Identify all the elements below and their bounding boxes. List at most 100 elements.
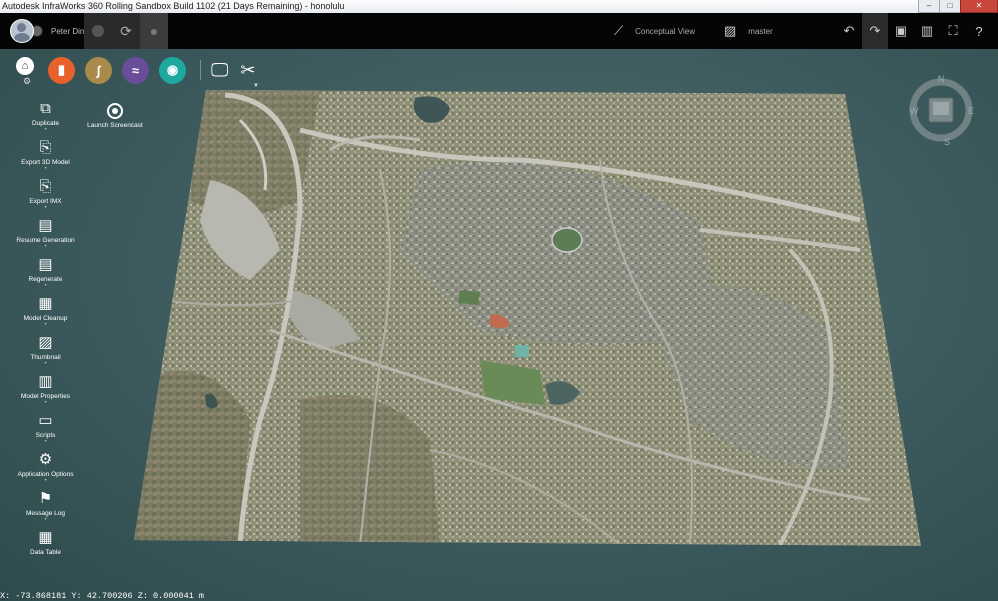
sync-icon: ⟳ [120,22,132,39]
tool-label: Export 3D Model [21,159,70,166]
person-icon: ● [149,23,159,39]
help-icon: ? [975,23,983,39]
window-controls: – □ ✕ [918,0,998,13]
model-properties-icon: ▥ [38,373,53,390]
tool-label: Scripts [35,432,56,439]
ribbon-separator [200,60,201,80]
duplicate-icon: ⧉ [40,100,51,117]
separator-dot: • [44,322,47,328]
separator-dot: • [44,517,47,523]
book-icon: ▥ [920,23,934,38]
view-cube[interactable]: N S W E [905,74,977,147]
tool-export-3d-model[interactable]: ⎘ Export 3D Model • [8,139,83,173]
present-button[interactable]: 🖵 [211,60,228,81]
tool-label: Duplicate [31,120,60,127]
compass-east: E [968,106,974,116]
tool-export-imx[interactable]: ⎘ Export IMX • [8,178,83,212]
view-mode-label: Conceptual View [635,26,695,36]
tool-label: Regenerate [28,276,63,283]
book-button[interactable]: ▥ [914,13,940,49]
proposal-icon: ▨ [724,23,737,38]
toolbar-right: ↶ ↷ ▣ ▥ ⛶ ? [836,13,992,49]
proposal-label: master [748,26,773,36]
settings-utilities-button[interactable]: ✂ [240,60,255,81]
tool-scripts[interactable]: ▭ Scripts • [8,412,83,446]
tool-label: Model Cleanup [23,315,68,322]
tool-model-cleanup[interactable]: ▦ Model Cleanup • [8,295,83,329]
flag-icon: ⚑ [38,490,53,507]
tool-resume-generation[interactable]: ▤ Resume Generation • [8,217,83,251]
user-menu[interactable]: Peter Ding [10,19,89,43]
fullscreen-icon: ⛶ [948,23,958,38]
thumbnail-icon: ▨ [38,334,53,351]
export-imx-icon: ⎘ [39,178,52,195]
build-icon: ▮ [57,62,66,77]
window-title: Autodesk InfraWorks 360 Rolling Sandbox … [2,1,345,11]
tool-regenerate[interactable]: ▤ Regenerate • [8,256,83,290]
view-mode-selector[interactable]: ⟋ Conceptual View [614,13,695,49]
separator-dot: • [44,400,47,406]
ribbon: ⌂ ▮ ∫ ≈ ◉ 🖵 ✂ [16,54,267,86]
tool-message-log[interactable]: ⚑ Message Log • [8,490,83,524]
tool-label: Data Table [30,549,61,556]
help-button[interactable]: ? [966,13,992,49]
scripts-icon: ▭ [38,412,53,429]
compass-north: N [938,74,945,84]
view-style-icon: ⟋ [614,23,624,38]
close-button[interactable]: ✕ [960,0,998,13]
proposal-selector[interactable]: ▨ master [724,13,773,49]
tool-label: Application Options [17,471,74,478]
separator-dot: • [44,244,47,250]
sync-button[interactable]: ⟳ [112,13,140,49]
top-bar: Peter Ding ⟳ ● ⟋ Conceptual View ▨ maste… [0,13,998,49]
bookmark-button[interactable]: ▣ [888,13,914,49]
tools-icon: ✂ [240,59,256,80]
compass-west: W [910,106,919,116]
tool-data-table[interactable]: ▦ Data Table [8,529,83,556]
bridge-icon: ≈ [131,62,140,78]
gear-icon: ⚙ [38,451,53,468]
fullscreen-button[interactable]: ⛶ [940,13,966,49]
map-viewport[interactable] [0,0,998,601]
build-manage-button[interactable]: ▮ [48,56,75,84]
collaborate-button[interactable]: ● [140,13,168,49]
tool-model-properties[interactable]: ▥ Model Properties • [8,373,83,407]
separator-dot: • [44,205,47,211]
chat-button[interactable] [84,13,112,49]
drainage-button[interactable]: ◉ [159,56,186,84]
road-icon: ∫ [96,62,101,78]
tool-label: Resume Generation [16,237,75,244]
redo-icon: ↷ [869,23,881,38]
avatar[interactable] [10,19,34,43]
cursor-coordinates: X: -73.868181 Y: 42.700206 Z: 0.000041 m [0,591,205,601]
chat-icon [92,25,104,37]
redo-button[interactable]: ↷ [862,13,888,49]
model-cleanup-icon: ▦ [38,295,53,312]
tool-label: Thumbnail [30,354,61,361]
home-icon: ⌂ [21,60,29,72]
bridges-button[interactable]: ≈ [122,56,149,84]
separator-dot: • [44,127,47,133]
home-settings-icon[interactable]: ⚙ [23,76,31,87]
compass-south: S [944,137,950,146]
tool-thumbnail[interactable]: ▨ Thumbnail • [8,334,83,368]
presentation-icon: 🖵 [211,59,229,80]
tool-label: Export IMX [29,198,62,205]
roads-button[interactable]: ∫ [85,56,112,84]
undo-icon: ↶ [843,23,855,38]
bookmark-icon: ▣ [894,23,908,38]
tool-label: Model Properties [20,393,71,400]
drainage-icon: ◉ [166,62,179,77]
tool-application-options[interactable]: ⚙ Application Options • [8,451,83,485]
minimize-button[interactable]: – [918,0,940,13]
tool-duplicate[interactable]: ⧉ Duplicate • [8,100,83,134]
separator-dot: • [44,478,47,484]
resume-generation-icon: ▤ [38,217,53,234]
undo-button[interactable]: ↶ [836,13,862,49]
launch-screencast-button[interactable]: Launch Screencast [85,103,145,129]
separator-dot: • [44,283,47,289]
home-button[interactable]: ⌂ [16,57,34,75]
tool-label: Message Log [25,510,66,517]
maximize-button[interactable]: □ [939,0,961,13]
separator-dot: • [44,439,47,445]
